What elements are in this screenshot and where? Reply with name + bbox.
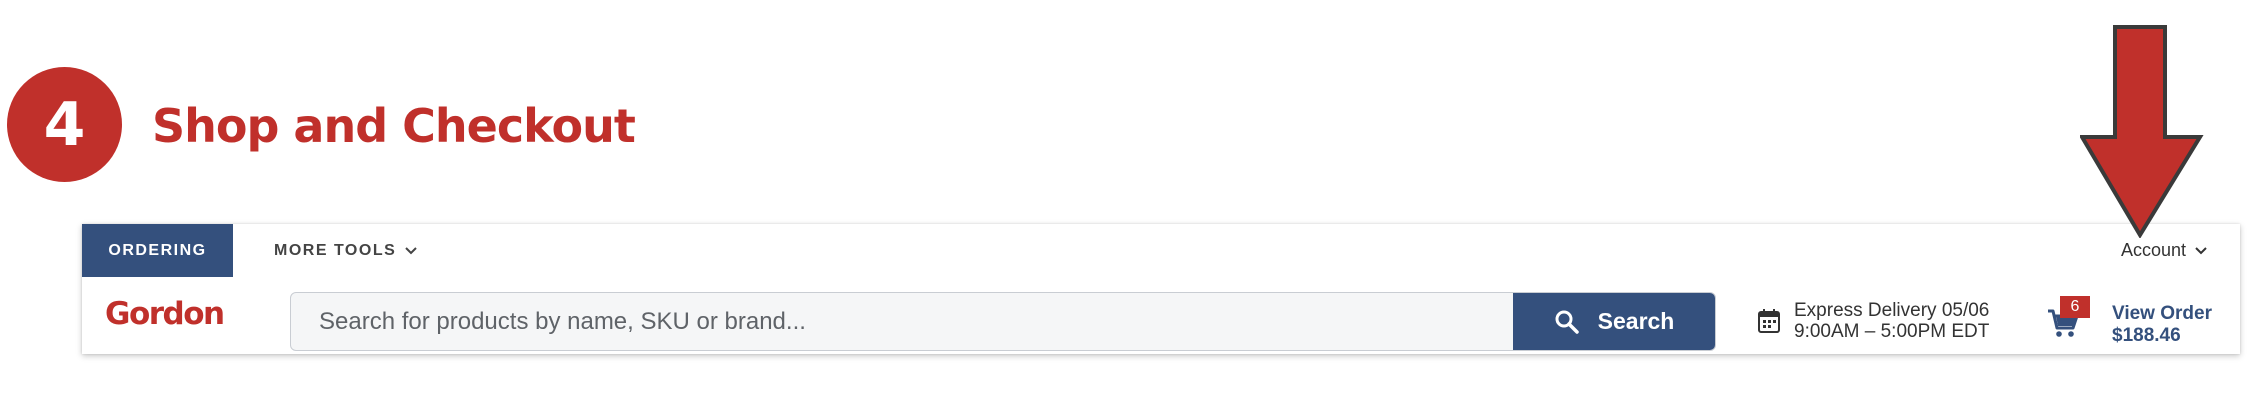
chevron-down-icon	[2195, 246, 2207, 254]
account-label: Account	[2120, 240, 2186, 260]
calendar-icon	[1758, 309, 1780, 333]
tab-more-tools[interactable]: MORE TOOLS	[274, 224, 418, 277]
delivery-text: Express Delivery 05/06 9:00AM – 5:00PM E…	[1794, 300, 1989, 342]
view-order-link[interactable]: View Order $188.46	[2112, 303, 2212, 347]
delivery-window: 9:00AM – 5:00PM EDT	[1794, 321, 1990, 342]
chevron-down-icon	[405, 246, 417, 254]
down-arrow-icon	[2080, 25, 2204, 238]
tab-ordering-label: ORDERING	[108, 241, 207, 259]
tab-ordering[interactable]: ORDERING	[82, 224, 233, 277]
search-input[interactable]	[291, 293, 1514, 350]
view-order-label: View Order	[2112, 303, 2212, 324]
delivery-date: Express Delivery 05/06	[1794, 300, 1990, 321]
step-number-badge: 4	[7, 67, 122, 182]
tab-more-tools-label: MORE TOOLS	[274, 241, 397, 259]
order-total: $188.46	[2112, 325, 2181, 346]
search-icon	[1555, 310, 1579, 334]
search-button-label: Search	[1597, 308, 1675, 334]
cart-count-badge: 6	[2060, 296, 2090, 318]
search-bar: Search	[290, 292, 1716, 351]
site-header-panel: ORDERING MORE TOOLS Account Gordon Searc…	[82, 224, 2240, 354]
search-button[interactable]: Search	[1513, 293, 1715, 350]
brand-logo[interactable]: Gordon	[105, 296, 225, 332]
step-title: Shop and Checkout	[152, 99, 636, 153]
delivery-info[interactable]: Express Delivery 05/06 9:00AM – 5:00PM E…	[1758, 300, 1989, 342]
